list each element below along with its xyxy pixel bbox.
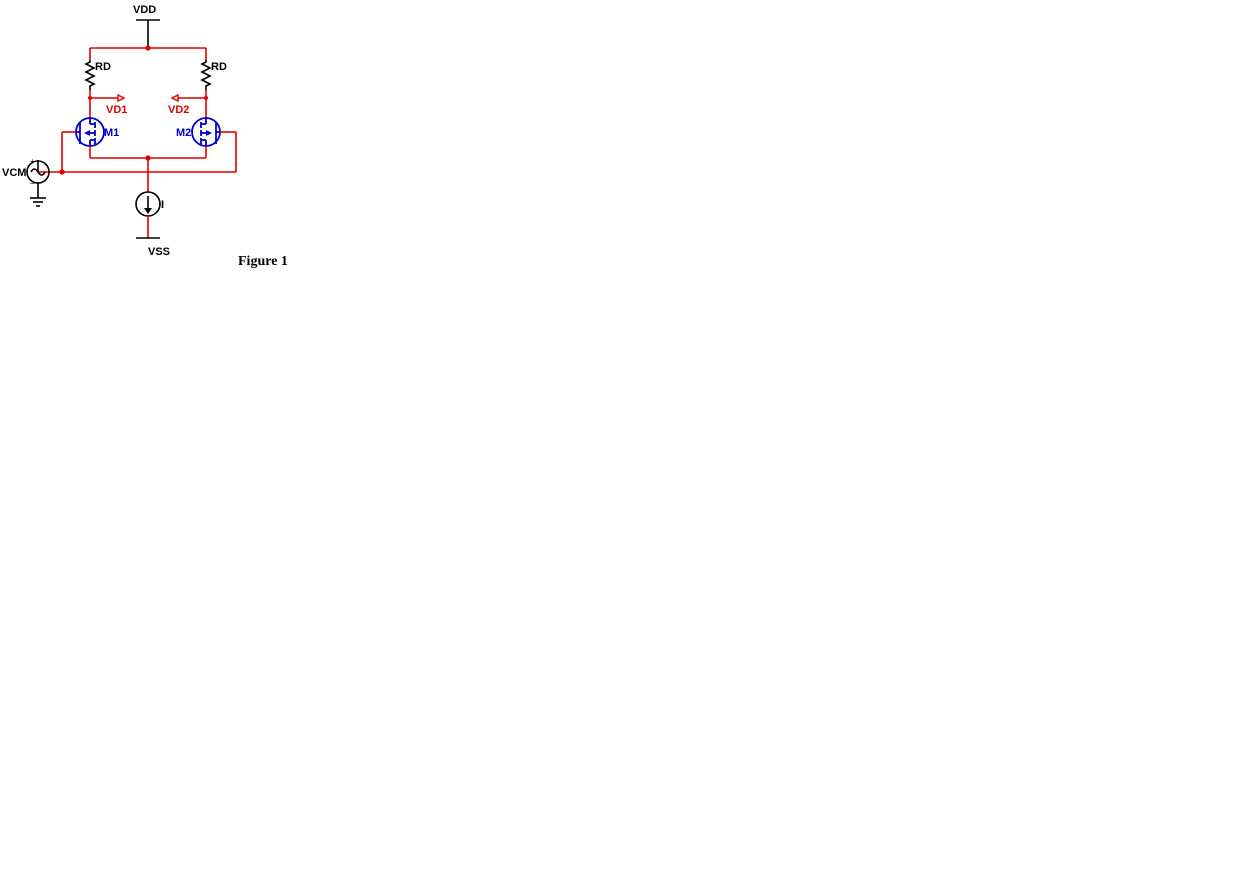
label-i: I (161, 199, 164, 211)
label-m1: M1 (104, 127, 119, 139)
figure-caption: Figure 1 (238, 254, 288, 269)
label-vss: VSS (148, 246, 170, 258)
label-vd2: VD2 (168, 104, 189, 116)
label-rd-right: RD (211, 61, 227, 73)
svg-text:+: + (30, 157, 35, 166)
probe-vd1 (118, 95, 124, 101)
probe-vd2 (172, 95, 178, 101)
label-vdd: VDD (133, 4, 156, 16)
resistor-rd-right (202, 60, 210, 90)
resistor-rd-left (86, 60, 94, 90)
label-vd1: VD1 (106, 104, 127, 116)
svg-text:−: − (30, 179, 35, 188)
mosfet-m1 (76, 118, 104, 146)
label-vcm: VCM (2, 167, 26, 179)
label-rd-left: RD (95, 61, 111, 73)
mosfet-m2 (192, 118, 220, 146)
source-vcm: + − (27, 157, 49, 206)
label-m2: M2 (176, 127, 191, 139)
current-source-tail (136, 192, 160, 216)
circuit-diagram: VDD RD RD VD1 VD2 (0, 0, 1259, 880)
